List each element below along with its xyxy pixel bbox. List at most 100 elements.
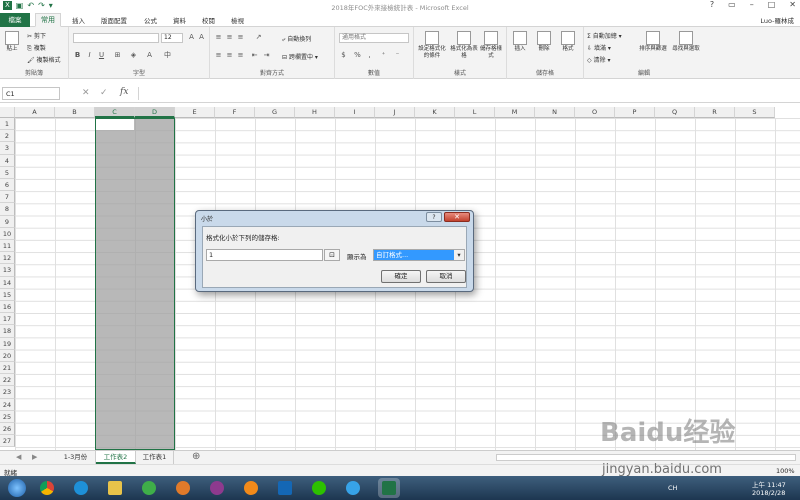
column-header-O[interactable]: O xyxy=(575,107,615,118)
row-header-25[interactable]: 25 xyxy=(0,410,15,423)
column-header-K[interactable]: K xyxy=(415,107,455,118)
threshold-input[interactable]: 1 xyxy=(206,249,323,261)
column-header-C[interactable]: C xyxy=(95,107,135,118)
row-header-17[interactable]: 17 xyxy=(0,313,15,326)
taskbar-excel[interactable] xyxy=(378,478,400,498)
taskbar-ie[interactable] xyxy=(70,478,92,498)
row-header-15[interactable]: 15 xyxy=(0,288,15,301)
align-left-icon[interactable]: ≡ xyxy=(214,51,223,60)
clock-time[interactable]: 上午 11:47 xyxy=(752,479,786,489)
column-header-F[interactable]: F xyxy=(215,107,255,118)
formula-input[interactable] xyxy=(138,87,796,100)
prev-sheet-icon[interactable]: ◀ xyxy=(16,453,21,461)
insert-function-icon[interactable]: fx xyxy=(120,87,128,97)
column-header-I[interactable]: I xyxy=(335,107,375,118)
merge-center-button[interactable]: ⊟ 跨欄置中 ▾ xyxy=(282,52,318,61)
column-header-H[interactable]: H xyxy=(295,107,335,118)
column-header-Q[interactable]: Q xyxy=(655,107,695,118)
wrap-text-button[interactable]: ⤶ 自動換列 xyxy=(282,34,311,44)
copy-button[interactable]: ⎘ 複製 xyxy=(27,43,46,53)
column-header-B[interactable]: B xyxy=(55,107,95,118)
cancel-button[interactable]: 取消 xyxy=(426,270,466,283)
sheet-tab-3[interactable]: 工作表1 xyxy=(136,451,174,464)
taskbar-ie2[interactable] xyxy=(342,478,364,498)
column-header-R[interactable]: R xyxy=(695,107,735,118)
taskbar-chrome[interactable] xyxy=(36,478,58,498)
row-header-6[interactable]: 6 xyxy=(0,179,15,192)
cell-styles-button[interactable]: 儲存格樣式 xyxy=(478,31,504,60)
column-header-D[interactable]: D xyxy=(135,107,175,118)
next-sheet-icon[interactable]: ▶ xyxy=(32,453,37,461)
maximize-icon[interactable]: □ xyxy=(768,0,776,9)
find-select-button[interactable]: 尋找與選取 xyxy=(672,31,700,53)
column-header-S[interactable]: S xyxy=(735,107,775,118)
taskbar-explorer[interactable] xyxy=(104,478,126,498)
orientation-icon[interactable]: ↗ xyxy=(254,33,263,42)
row-header-14[interactable]: 14 xyxy=(0,276,15,289)
column-header-G[interactable]: G xyxy=(255,107,295,118)
insert-cells-button[interactable]: 插入 xyxy=(509,31,531,53)
tab-home[interactable]: 常用 xyxy=(35,13,61,27)
row-header-27[interactable]: 27 xyxy=(0,435,15,448)
row-header-5[interactable]: 5 xyxy=(0,166,15,179)
taskbar-player[interactable] xyxy=(240,478,262,498)
row-header-1[interactable]: 1 xyxy=(0,118,15,131)
row-header-13[interactable]: 13 xyxy=(0,264,15,277)
user-account[interactable]: Luo-羅林成 xyxy=(760,15,794,25)
column-header-J[interactable]: J xyxy=(375,107,415,118)
dialog-help-button[interactable]: ? xyxy=(426,212,442,222)
row-header-24[interactable]: 24 xyxy=(0,398,15,411)
row-header-21[interactable]: 21 xyxy=(0,362,15,375)
decrease-decimal-icon[interactable]: ⁻ xyxy=(393,51,402,60)
sheet-tab-1[interactable]: 1-3月份 xyxy=(56,451,96,464)
range-picker-button[interactable]: ⊡ xyxy=(324,249,340,261)
increase-decimal-icon[interactable]: ⁺ xyxy=(379,51,388,60)
clock-date[interactable]: 2018/2/28 xyxy=(752,489,785,497)
border-icon[interactable]: ⊞ xyxy=(113,51,122,60)
tab-page-layout[interactable]: 版面配置 xyxy=(101,15,127,25)
row-header-20[interactable]: 20 xyxy=(0,349,15,362)
cancel-entry-icon[interactable]: ✕ xyxy=(82,88,90,98)
font-name-combo[interactable] xyxy=(73,33,159,43)
column-header-N[interactable]: N xyxy=(535,107,575,118)
bold-icon[interactable]: B xyxy=(73,51,82,60)
taskbar-qq[interactable] xyxy=(206,478,228,498)
row-header-22[interactable]: 22 xyxy=(0,374,15,387)
selected-range[interactable] xyxy=(95,118,175,450)
grow-font-icon[interactable]: A xyxy=(187,33,196,42)
fill-color-icon[interactable]: ◈ xyxy=(129,51,138,60)
taskbar-foxmail[interactable] xyxy=(172,478,194,498)
fill-button[interactable]: ⇩ 填滿 ▾ xyxy=(587,43,611,52)
align-center-icon[interactable]: ≡ xyxy=(225,51,234,60)
cut-button[interactable]: ✂ 剪下 xyxy=(27,31,46,40)
tab-formulas[interactable]: 公式 xyxy=(144,15,157,25)
format-cells-button[interactable]: 格式 xyxy=(557,31,579,53)
format-select[interactable]: 自訂格式... ▾ xyxy=(373,249,465,261)
increase-indent-icon[interactable]: ⇥ xyxy=(262,51,271,60)
column-header-A[interactable]: A xyxy=(15,107,55,118)
number-format-combo[interactable]: 通用格式 xyxy=(339,33,409,43)
help-icon[interactable]: ? xyxy=(710,0,714,9)
confirm-entry-icon[interactable]: ✓ xyxy=(100,88,108,98)
column-header-P[interactable]: P xyxy=(615,107,655,118)
select-all-corner[interactable] xyxy=(0,107,15,118)
tab-insert[interactable]: 插入 xyxy=(72,15,85,25)
align-bottom-icon[interactable]: ≡ xyxy=(236,33,245,42)
row-header-16[interactable]: 16 xyxy=(0,301,15,314)
column-header-L[interactable]: L xyxy=(455,107,495,118)
row-header-2[interactable]: 2 xyxy=(0,130,15,143)
row-header-18[interactable]: 18 xyxy=(0,325,15,338)
autosum-button[interactable]: Σ 自動加總 ▾ xyxy=(587,31,622,40)
taskbar-wechat[interactable] xyxy=(308,478,330,498)
align-right-icon[interactable]: ≡ xyxy=(236,51,245,60)
row-header-11[interactable]: 11 xyxy=(0,240,15,253)
tab-data[interactable]: 資料 xyxy=(173,15,186,25)
horizontal-scrollbar[interactable] xyxy=(496,454,796,461)
close-icon[interactable]: ✕ xyxy=(789,0,796,9)
delete-cells-button[interactable]: 刪除 xyxy=(533,31,555,53)
row-header-23[interactable]: 23 xyxy=(0,386,15,399)
row-header-12[interactable]: 12 xyxy=(0,252,15,265)
shrink-font-icon[interactable]: A xyxy=(197,33,206,42)
percent-icon[interactable]: % xyxy=(353,51,362,60)
sort-filter-button[interactable]: 排序與篩選 xyxy=(636,31,670,53)
